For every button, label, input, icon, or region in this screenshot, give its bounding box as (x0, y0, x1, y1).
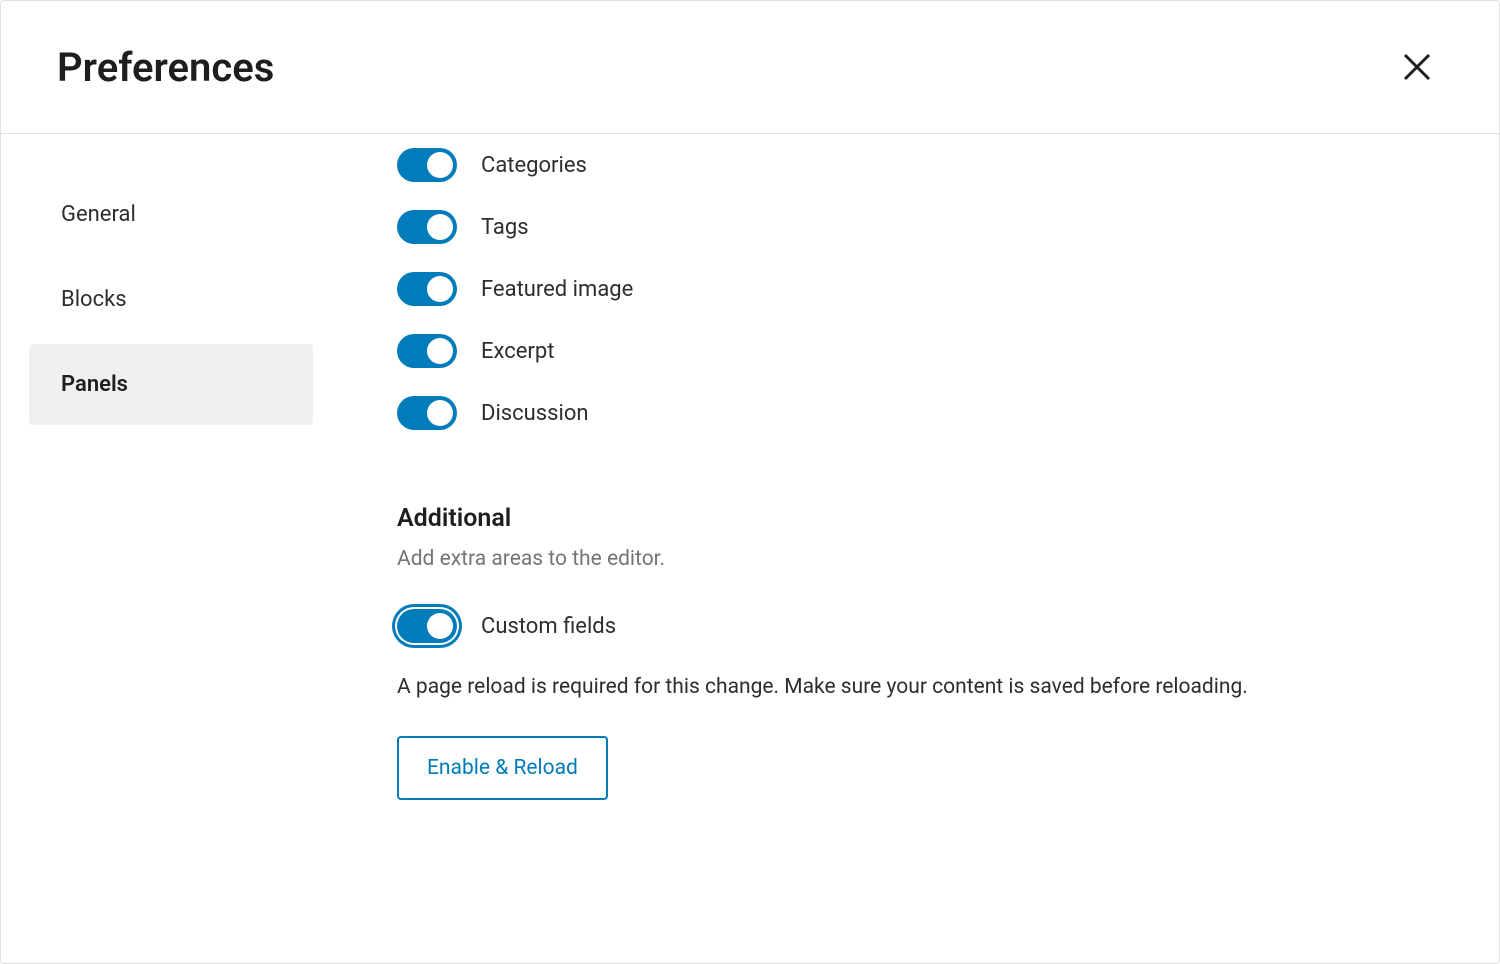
toggle-row-categories: Categories (397, 134, 1443, 196)
toggle-row-tags: Tags (397, 196, 1443, 258)
toggle-discussion[interactable] (397, 396, 457, 430)
toggle-knob (427, 152, 453, 178)
toggle-row-discussion: Discussion (397, 382, 1443, 444)
sidebar: General Blocks Panels (1, 134, 341, 963)
sidebar-item-panels[interactable]: Panels (29, 344, 313, 425)
section-title: Additional (397, 504, 1443, 533)
sidebar-item-general[interactable]: General (29, 174, 313, 255)
toggle-label: Tags (481, 215, 529, 240)
toggle-excerpt[interactable] (397, 334, 457, 368)
toggle-row-featured-image: Featured image (397, 258, 1443, 320)
sidebar-item-label: Blocks (61, 287, 127, 312)
modal-body: General Blocks Panels Categories Tags (1, 134, 1499, 963)
sidebar-item-blocks[interactable]: Blocks (29, 259, 313, 340)
toggle-knob (427, 276, 453, 302)
toggle-featured-image[interactable] (397, 272, 457, 306)
toggle-knob (427, 400, 453, 426)
toggle-custom-fields[interactable] (397, 609, 457, 643)
help-text: A page reload is required for this chang… (397, 671, 1317, 704)
toggle-categories[interactable] (397, 148, 457, 182)
toggle-label: Featured image (481, 277, 633, 302)
toggle-knob (427, 214, 453, 240)
toggle-label: Categories (481, 153, 587, 178)
sidebar-item-label: General (61, 202, 136, 227)
section-additional: Additional Add extra areas to the editor… (397, 504, 1443, 800)
toggle-tags[interactable] (397, 210, 457, 244)
toggle-knob (427, 338, 453, 364)
close-icon (1399, 49, 1435, 85)
toggle-label: Discussion (481, 401, 589, 426)
toggle-label: Custom fields (481, 614, 616, 639)
modal-header: Preferences (1, 1, 1499, 134)
toggle-knob (427, 613, 453, 639)
modal-title: Preferences (57, 44, 274, 91)
close-button[interactable] (1391, 41, 1443, 93)
toggle-label: Excerpt (481, 339, 554, 364)
toggle-row-excerpt: Excerpt (397, 320, 1443, 382)
content-panel: Categories Tags Featured image Excerpt (341, 134, 1499, 963)
sidebar-item-label: Panels (61, 372, 128, 397)
enable-reload-button[interactable]: Enable & Reload (397, 736, 608, 800)
toggle-row-custom-fields: Custom fields (397, 595, 1443, 657)
section-description: Add extra areas to the editor. (397, 547, 1443, 571)
preferences-modal: Preferences General Blocks Panels (0, 0, 1500, 964)
